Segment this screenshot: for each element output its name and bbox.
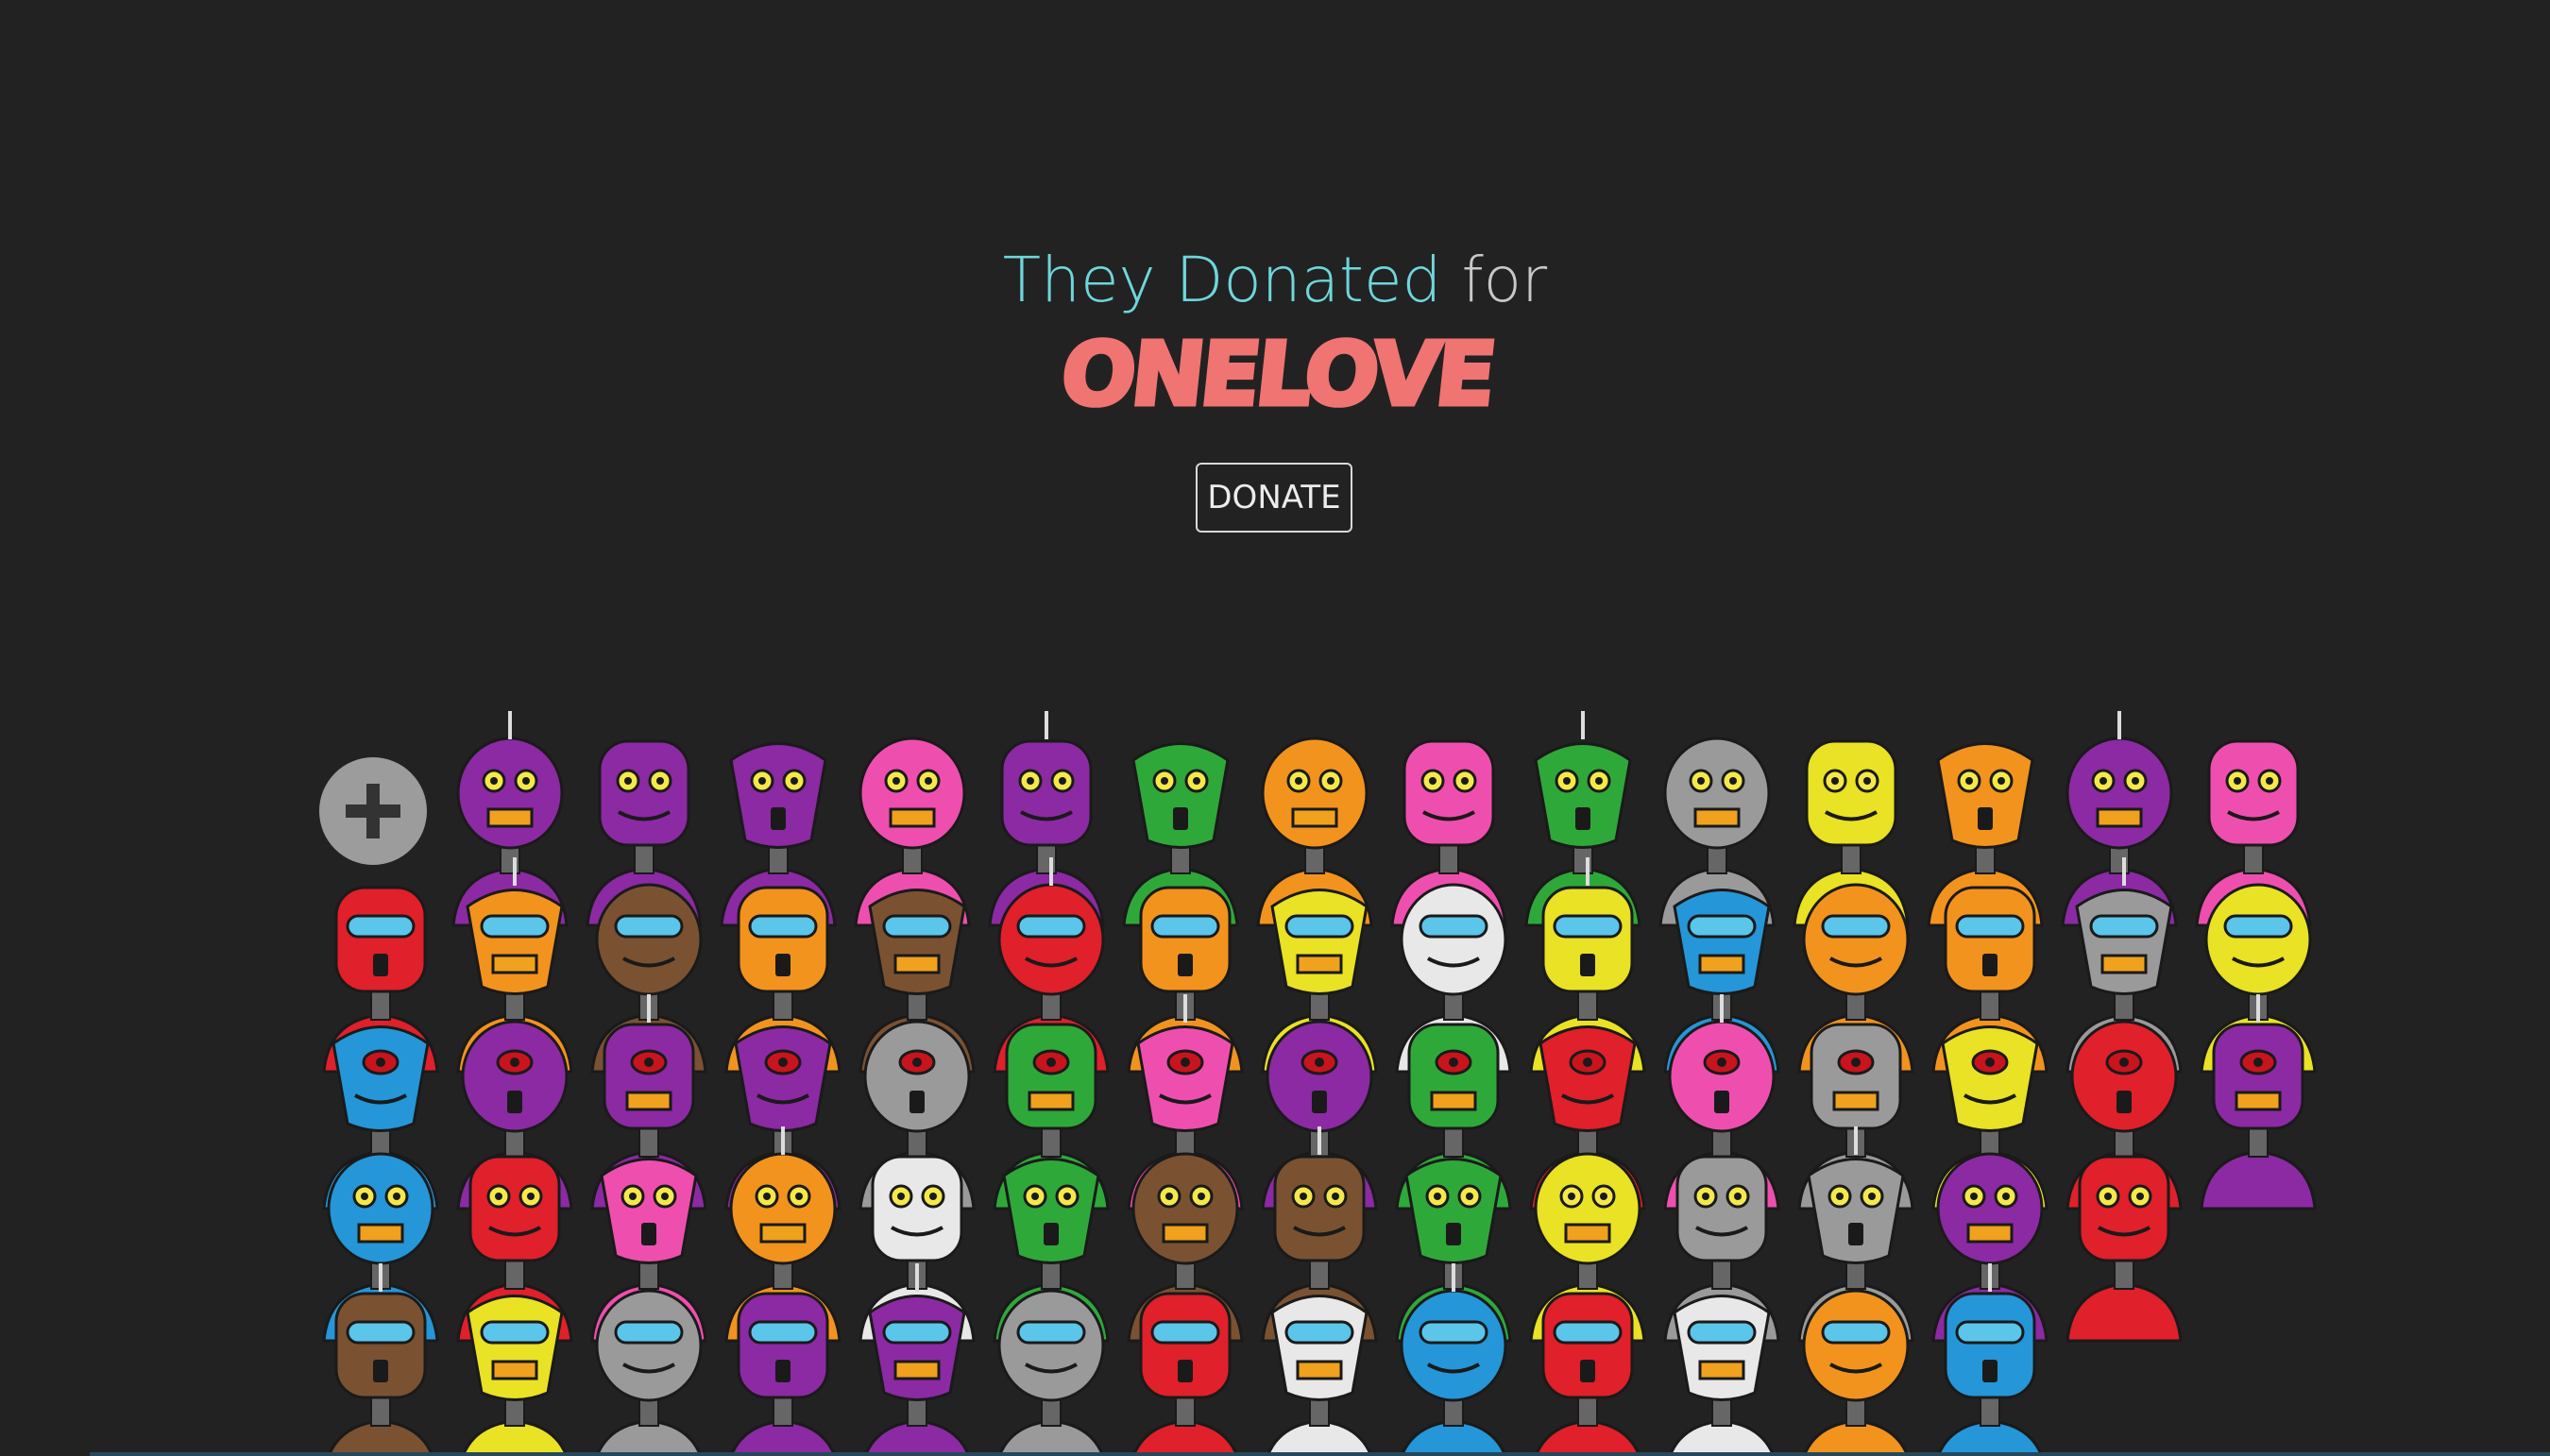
robot-avatar[interactable] (2066, 1155, 2183, 1343)
robot-avatar[interactable] (1129, 1292, 1242, 1456)
robot-avatar[interactable] (2200, 994, 2317, 1211)
add-donor-button[interactable] (319, 757, 427, 865)
robot-avatar[interactable] (324, 1263, 437, 1456)
robot-avatar[interactable] (1397, 1263, 1510, 1456)
plus-icon (346, 784, 400, 838)
donor-grid (0, 0, 2550, 1456)
robot-avatar[interactable] (1263, 1295, 1376, 1456)
robot-avatar[interactable] (1933, 1263, 2047, 1456)
bottom-divider (90, 1452, 2550, 1456)
robot-avatar[interactable] (994, 1289, 1108, 1456)
robot-avatar[interactable] (1531, 1292, 1644, 1456)
robot-avatar[interactable] (726, 1292, 840, 1456)
robot-avatar[interactable] (458, 1295, 571, 1456)
robot-avatar[interactable] (1799, 1289, 1912, 1456)
robot-avatar[interactable] (592, 1289, 706, 1456)
robot-avatars (322, 711, 2317, 1456)
robot-avatar[interactable] (1665, 1295, 1778, 1456)
